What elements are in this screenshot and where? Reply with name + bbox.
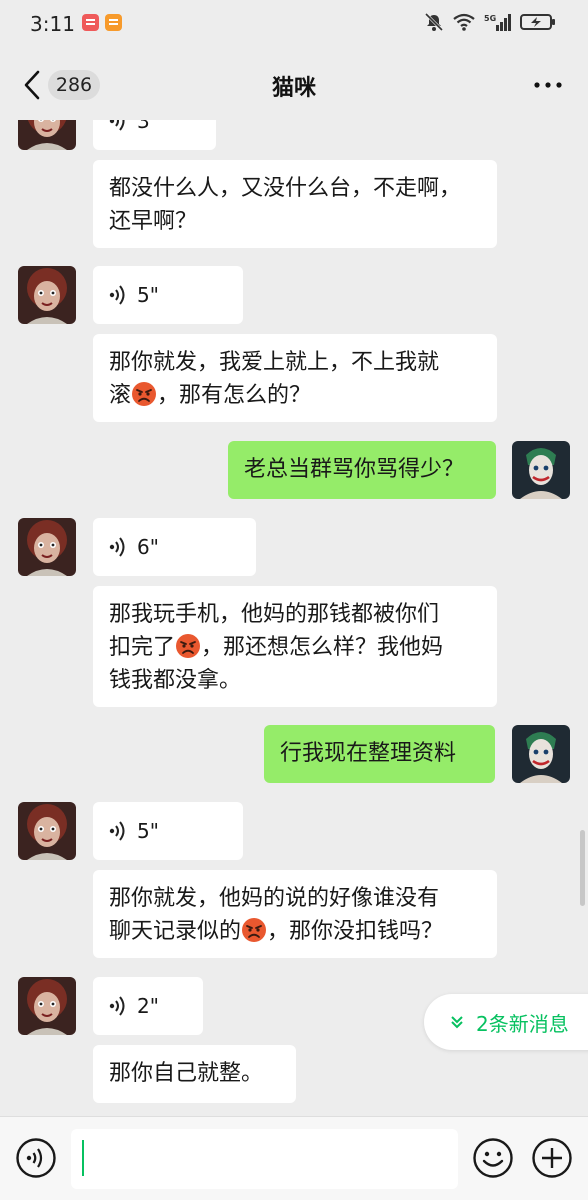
message-text-segment: ，那有怎么的？ <box>157 383 312 408</box>
status-icons: 5G <box>424 12 556 32</box>
new-messages-label: 2条新消息 <box>476 1011 569 1036</box>
message-line: 老总当群骂你骂得少？ <box>244 457 465 482</box>
message-line: 都没什么人，又没什么台，不走啊， <box>109 176 462 201</box>
battery-charging-icon <box>520 14 555 30</box>
sent-text-message[interactable]: 老总当群骂你骂得少？ <box>228 441 496 499</box>
voice-message[interactable]: 2" <box>93 977 203 1035</box>
more-button[interactable] <box>532 72 564 98</box>
voice-input-button[interactable] <box>15 1137 57 1179</box>
chat-header: 286 猫咪 <box>0 50 588 120</box>
back-button[interactable] <box>18 68 48 102</box>
status-bar: 3:11 5G <box>0 0 588 50</box>
new-messages-button[interactable]: 2条新消息 <box>424 994 588 1050</box>
chat-screen: 3:11 5G 286 猫咪 3" 都没什么人，又没什么台，不走啊， 还早啊？ … <box>0 0 588 1200</box>
message-line: 那你就发，我爱上就上，不上我就 <box>109 350 440 375</box>
message-text-segment: 滚 <box>109 383 132 408</box>
voice-message[interactable]: 5" <box>93 266 243 324</box>
voice-wave-icon <box>109 120 125 131</box>
voice-duration: 5" <box>137 282 159 307</box>
text-message[interactable]: 那你就发，他妈的说的好像谁没有 聊天记录似的 ，那你没扣钱吗？ <box>93 870 497 958</box>
app-notification-icon <box>82 14 99 31</box>
unread-count-badge[interactable]: 286 <box>48 70 100 100</box>
contact-avatar[interactable] <box>18 802 76 860</box>
voice-wave-icon <box>109 821 125 841</box>
network-label: 5G <box>484 14 496 23</box>
text-message[interactable]: 那我玩手机，他妈的那钱都被你们 扣完了 ，那还想怎么样？我他妈 钱我都没拿。 <box>93 586 497 707</box>
message-line-with-emoji: 聊天记录似的 ，那你没扣钱吗？ <box>109 915 481 948</box>
voice-message[interactable]: 3" <box>93 120 216 150</box>
status-time: 3:11 <box>30 12 75 36</box>
contact-avatar[interactable] <box>18 120 76 150</box>
contact-avatar[interactable] <box>18 977 76 1035</box>
voice-wave-icon <box>109 537 125 557</box>
emoji-icon <box>473 1138 513 1178</box>
plus-icon <box>532 1138 572 1178</box>
message-text-segment: 聊天记录似的 <box>109 919 242 944</box>
user-avatar[interactable] <box>512 725 570 783</box>
message-line: 行我现在整理资料 <box>280 741 457 766</box>
message-line: 还早啊？ <box>109 209 198 234</box>
message-text-segment: ，那还想怎么样？我他妈 <box>201 635 444 660</box>
double-chevron-down-icon <box>451 1016 463 1029</box>
message-line: 钱我都没拿。 <box>109 668 242 693</box>
angry-face-icon <box>176 634 201 658</box>
message-line: 那你自己就整。 <box>109 1061 264 1086</box>
sent-text-message[interactable]: 行我现在整理资料 <box>264 725 495 783</box>
message-line: 那我玩手机，他妈的那钱都被你们 <box>109 602 440 627</box>
voice-duration: 5" <box>137 818 159 843</box>
user-avatar[interactable] <box>512 441 570 499</box>
wifi-icon <box>453 13 475 31</box>
message-list[interactable]: 3" 都没什么人，又没什么台，不走啊， 还早啊？ 5" 那你就发，我爱上就上，不… <box>0 120 588 1116</box>
text-message[interactable]: 都没什么人，又没什么台，不走啊， 还早啊？ <box>93 160 497 248</box>
angry-face-icon <box>242 918 267 942</box>
message-line-with-emoji: 滚 ，那有怎么的？ <box>109 379 481 412</box>
message-input[interactable] <box>71 1129 458 1189</box>
text-cursor <box>82 1140 84 1176</box>
voice-icon <box>16 1138 56 1178</box>
message-line-with-emoji: 扣完了 ，那还想怎么样？我他妈 <box>109 631 481 664</box>
message-text-segment: ，那你没扣钱吗？ <box>267 919 444 944</box>
more-functions-button[interactable] <box>531 1137 573 1179</box>
text-message[interactable]: 那你自己就整。 <box>93 1045 296 1103</box>
voice-duration: 6" <box>137 534 159 559</box>
mute-bell-icon <box>424 12 444 32</box>
angry-face-icon <box>132 382 157 406</box>
voice-duration: 3" <box>137 120 159 133</box>
voice-message[interactable]: 5" <box>93 802 243 860</box>
back-arrow-icon <box>24 70 40 100</box>
voice-wave-icon <box>109 285 125 305</box>
scrollbar-thumb[interactable] <box>580 830 585 906</box>
contact-avatar[interactable] <box>18 266 76 324</box>
signal-icon: 5G <box>484 14 511 31</box>
voice-message[interactable]: 6" <box>93 518 256 576</box>
text-message[interactable]: 那你就发，我爱上就上，不上我就 滚 ，那有怎么的？ <box>93 334 497 422</box>
message-text-segment: 扣完了 <box>109 635 176 660</box>
more-icon <box>534 82 562 88</box>
input-bar <box>0 1116 588 1200</box>
video-app-notification-icon <box>105 14 122 31</box>
message-line: 那你就发，他妈的说的好像谁没有 <box>109 886 440 911</box>
voice-wave-icon <box>109 996 125 1016</box>
voice-duration: 2" <box>137 993 159 1018</box>
emoji-button[interactable] <box>472 1137 514 1179</box>
contact-avatar[interactable] <box>18 518 76 576</box>
